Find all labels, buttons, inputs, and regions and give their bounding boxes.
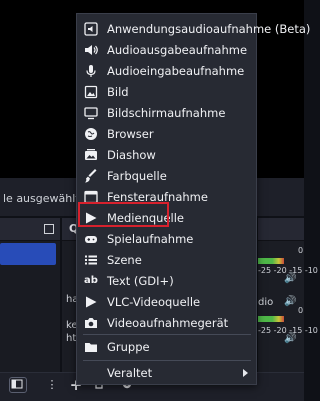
menu-item-label: Anwendungsaudioaufnahme (Beta) (107, 21, 311, 36)
gamepad-icon (84, 232, 98, 246)
menu-item-display-capture[interactable]: Bildschirmaufnahme (81, 102, 252, 123)
paintbrush-icon (84, 168, 98, 183)
highlight-box (78, 202, 169, 227)
menu-item-audio-output[interactable]: Audioausgabeaufnahme (81, 39, 252, 60)
image-icon (84, 85, 98, 99)
menu-item-text-gdi[interactable]: ab Text (GDI+) (81, 270, 252, 291)
no-source-selected-label: le ausgewählt (3, 192, 80, 205)
speaker-icon (84, 43, 98, 57)
more-options-button[interactable]: ⋮ (43, 377, 61, 393)
menu-item-label: Text (GDI+) (107, 273, 174, 288)
menu-item-label: Farbquelle (107, 168, 167, 183)
undock-icon[interactable] (44, 224, 54, 234)
submenu-arrow-icon (243, 369, 248, 377)
app-audio-icon (84, 21, 98, 36)
menu-item-color-source[interactable]: Farbquelle (81, 165, 252, 186)
empty-icon-slot (84, 366, 98, 380)
add-source-context-menu: Anwendungsaudioaufnahme (Beta) Audioausg… (76, 13, 310, 385)
menu-item-scene[interactable]: Szene (81, 249, 252, 270)
menu-item-slideshow[interactable]: Diashow (81, 144, 252, 165)
menu-separator (83, 334, 251, 335)
meter-peak-label: 0 (298, 306, 304, 315)
menu-item-label: Audioeingabeaufnahme (107, 63, 245, 78)
mixer-channel-fragment: dio (258, 297, 274, 308)
list-icon (84, 253, 98, 267)
monitor-icon (84, 106, 98, 120)
menu-separator (83, 360, 251, 361)
speaker-icon[interactable]: 🔊 (284, 274, 296, 284)
text-icon: ab (84, 274, 98, 286)
menu-item-label: VLC-Videoquelle (107, 294, 201, 309)
selected-scene-row[interactable] (0, 243, 56, 265)
menu-item-image[interactable]: Bild (81, 81, 252, 102)
speaker-icon[interactable]: 🔊 (284, 334, 296, 344)
audio-meter (258, 258, 284, 264)
filter-button[interactable] (9, 377, 27, 393)
menu-item-game-capture[interactable]: Spielaufnahme (81, 228, 252, 249)
menu-item-label: Bild (107, 84, 129, 99)
microphone-icon (84, 64, 98, 78)
menu-item-video-capture-device[interactable]: Videoaufnahmegerät (81, 312, 252, 333)
menu-item-label: Veraltet (107, 365, 153, 380)
speaker-icon[interactable]: 🔊 (284, 297, 296, 307)
menu-item-audio-input[interactable]: Audioeingabeaufnahme (81, 60, 252, 81)
meter-peak-label: 0 (298, 246, 304, 255)
menu-item-label: Browser (107, 126, 154, 141)
menu-item-label: Spielaufnahme (107, 231, 194, 246)
play-icon (84, 295, 98, 309)
menu-item-label: Szene (107, 252, 142, 267)
menu-item-label: Diashow (107, 147, 156, 162)
audio-meter (258, 316, 284, 322)
menu-item-group[interactable]: Gruppe (81, 336, 252, 357)
slideshow-icon (84, 148, 98, 162)
menu-item-browser[interactable]: Browser (81, 123, 252, 144)
globe-icon (84, 127, 98, 141)
menu-item-label: Gruppe (107, 339, 150, 354)
menu-item-deprecated[interactable]: Veraltet (81, 362, 252, 383)
menu-item-label: Audioausgabeaufnahme (107, 42, 248, 57)
folder-icon (84, 340, 98, 354)
menu-item-vlc-video-source[interactable]: VLC-Videoquelle (81, 291, 252, 312)
camera-icon (84, 316, 98, 330)
menu-item-label: Bildschirmaufnahme (107, 105, 226, 120)
menu-item-label: Videoaufnahmegerät (107, 315, 229, 330)
menu-item-application-audio[interactable]: Anwendungsaudioaufnahme (Beta) (81, 18, 310, 39)
